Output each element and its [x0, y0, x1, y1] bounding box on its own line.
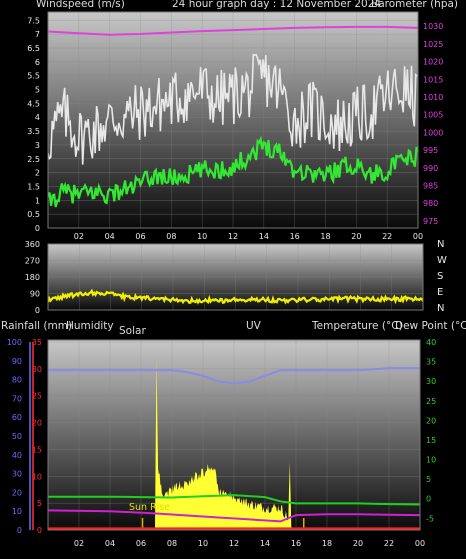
humidity-y-tick-label: 40 — [12, 451, 22, 460]
baro-y-tick-label: 995 — [423, 146, 438, 155]
wind-x-tick-label: 14 — [259, 232, 269, 241]
wind-x-tick-label: 00 — [413, 232, 423, 241]
wind-x-tick-label: 08 — [166, 232, 176, 241]
compass-label: N — [437, 303, 444, 314]
rain-y-tick-label: 5 — [37, 499, 42, 508]
direction-y-tick-label: 90 — [30, 290, 40, 299]
chart-title: 24 hour graph day : 12 November 2024 — [172, 0, 382, 10]
bottom-x-tick-label: 08 — [167, 539, 177, 548]
wind-y-tick-label: 5 — [35, 86, 40, 95]
temp-y-tick-label: -5 — [426, 514, 434, 523]
humidity-y-tick-label: 50 — [12, 432, 22, 441]
compass-label: W — [437, 255, 447, 266]
temp-y-tick-label: 10 — [426, 456, 436, 465]
humidity-y-tick-label: 60 — [12, 413, 22, 422]
wind-x-tick-label: 10 — [197, 232, 207, 241]
humidity-y-tick-label: 0 — [17, 526, 22, 535]
baro-y-tick-label: 1025 — [423, 40, 443, 49]
humidity-y-tick-label: 70 — [12, 394, 22, 403]
windspeed-axis-title: Windspeed (m/s) — [36, 0, 125, 10]
bottom-x-tick-label: 04 — [105, 539, 115, 548]
wind-x-tick-label: 16 — [290, 232, 300, 241]
weather-graphs-canvas: 0 0.5 1 1.5 2 2.5 3 3.5 4 4.5 5 5.5 6 6.5 7 7.5 975 980 98… — [7, 11, 447, 548]
bottom-x-tick-label: 02 — [74, 539, 84, 548]
baro-y-tick-label: 1030 — [423, 22, 443, 31]
wind-x-tick-label: 06 — [135, 232, 145, 241]
temp-y-tick-label: 5 — [426, 475, 431, 484]
wind-x-tick-label: 02 — [74, 232, 84, 241]
bottom-x-tick-label: 18 — [322, 539, 332, 548]
wind-y-tick-label: 2 — [35, 169, 40, 178]
temp-y-tick-label: 30 — [426, 377, 436, 386]
bottom-x-tick-label: 00 — [415, 539, 425, 548]
compass-label: S — [437, 271, 443, 282]
wind-x-tick-label: 04 — [105, 232, 115, 241]
direction-y-tick-label: 0 — [35, 306, 40, 315]
humidity-y-tick-label: 80 — [12, 376, 22, 385]
humidity-y-tick-label: 20 — [12, 488, 22, 497]
rain-y-tick-label: 0 — [37, 526, 42, 535]
temp-y-tick-label: 20 — [426, 416, 436, 425]
wind-y-tick-label: 1.5 — [27, 182, 40, 191]
temp-y-tick-label: 15 — [426, 436, 436, 445]
temperature-axis-title: Temperature (°C) — [312, 320, 403, 332]
bottom-x-tick-label: 10 — [198, 539, 208, 548]
baro-y-tick-label: 1015 — [423, 75, 443, 84]
direction-y-tick-label: 360 — [25, 240, 40, 249]
bottom-x-tick-label: 12 — [229, 539, 239, 548]
temp-y-tick-label: 0 — [426, 495, 431, 504]
compass-label: E — [437, 287, 443, 298]
solar-label: Solar — [119, 325, 146, 337]
baro-y-tick-label: 1005 — [423, 111, 443, 120]
uv-label: UV — [246, 320, 261, 332]
bottom-x-tick-label: 20 — [353, 539, 363, 548]
rainfall-axis-title: Rainfall (mm) — [1, 320, 73, 332]
bottom-x-tick-label: 14 — [260, 539, 270, 548]
humidity-y-tick-label: 100 — [7, 338, 22, 347]
wind-y-tick-label: 6 — [35, 58, 40, 67]
baro-y-tick-label: 990 — [423, 164, 438, 173]
baro-y-tick-label: 1020 — [423, 58, 443, 67]
bottom-x-tick-label: 06 — [136, 539, 146, 548]
wind-y-tick-label: 6.5 — [27, 44, 40, 53]
sunrise-annotation: Sun Rise — [129, 502, 171, 513]
dewpoint-axis-title: Dew Point (°C) — [395, 320, 466, 332]
temp-y-tick-label: 25 — [426, 397, 436, 406]
wind-y-tick-label: 3 — [35, 141, 40, 150]
baro-y-tick-label: 1000 — [423, 128, 443, 137]
humidity-y-tick-label: 30 — [12, 470, 22, 479]
wind-y-tick-label: 3.5 — [27, 127, 40, 136]
baro-y-tick-label: 985 — [423, 182, 438, 191]
wind-y-tick-label: 0 — [35, 224, 40, 233]
direction-y-tick-label: 180 — [25, 273, 40, 282]
wind-y-tick-label: 2.5 — [27, 155, 40, 164]
temp-y-tick-label: 35 — [426, 358, 436, 367]
wind-y-tick-label: 7 — [35, 30, 40, 39]
baro-y-tick-label: 975 — [423, 217, 438, 226]
wind-x-tick-label: 12 — [228, 232, 238, 241]
wind-x-tick-label: 18 — [320, 232, 330, 241]
wind-y-tick-label: 7.5 — [27, 16, 40, 25]
wind-y-tick-label: 4 — [35, 113, 40, 122]
humidity-y-tick-label: 90 — [12, 357, 22, 366]
wind-y-tick-label: 0.5 — [27, 210, 40, 219]
weather-graph-page: 0 0.5 1 1.5 2 2.5 3 3.5 4 4.5 5 5.5 6 6.5 7 7.5 975 980 98… — [0, 0, 466, 555]
compass-label: N — [437, 239, 444, 250]
wind-y-tick-label: 4.5 — [27, 99, 40, 108]
direction-y-tick-label: 270 — [25, 257, 40, 266]
baro-y-tick-label: 980 — [423, 199, 438, 208]
humidity-y-tick-label: 10 — [12, 507, 22, 516]
wind-y-tick-label: 1 — [35, 196, 40, 205]
wind-x-tick-label: 22 — [382, 232, 392, 241]
baro-y-tick-label: 1010 — [423, 93, 443, 102]
bottom-x-tick-label: 22 — [384, 539, 394, 548]
barometer-axis-title: Barometer (hpa) — [371, 0, 459, 10]
wind-x-tick-label: 20 — [351, 232, 361, 241]
temp-y-tick-label: 40 — [426, 338, 436, 347]
wind-y-tick-label: 5.5 — [27, 72, 40, 81]
humidity-axis-title: Humidity — [66, 320, 114, 332]
bottom-x-tick-label: 16 — [291, 539, 301, 548]
